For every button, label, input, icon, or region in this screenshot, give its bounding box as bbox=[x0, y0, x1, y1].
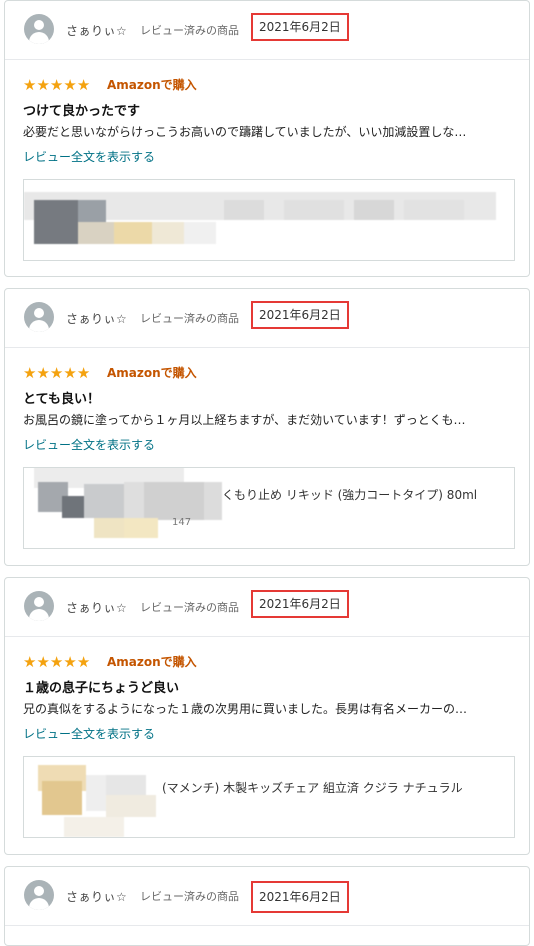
reviewer-name[interactable]: さぁりぃ☆ bbox=[66, 599, 127, 616]
reviewer-name[interactable]: さぁりぃ☆ bbox=[66, 888, 127, 905]
review-date: 2021年6月2日 bbox=[251, 881, 349, 913]
star-rating: ★★★★★ bbox=[23, 652, 103, 671]
verified-purchase-badge: Amazonで購入 bbox=[107, 655, 197, 669]
review-date: 2021年6月2日 bbox=[251, 13, 349, 41]
star-rating: ★★★★★ bbox=[23, 363, 103, 382]
read-full-review-link[interactable]: レビュー全文を表示する bbox=[23, 725, 155, 742]
reviewer-name[interactable]: さぁりぃ☆ bbox=[66, 22, 127, 39]
review-date: 2021年6月2日 bbox=[251, 301, 349, 329]
avatar[interactable] bbox=[24, 591, 54, 621]
avatar[interactable] bbox=[24, 14, 54, 44]
avatar[interactable] bbox=[24, 880, 54, 910]
review-card: さぁりぃ☆ レビュー済みの商品 2021年6月2日 ★★★★★ Amazonで購… bbox=[4, 577, 530, 855]
reviewed-product-label: レビュー済みの商品 bbox=[140, 312, 239, 325]
verified-purchase-badge: Amazonで購入 bbox=[107, 78, 197, 92]
review-header: さぁりぃ☆ レビュー済みの商品 2021年6月2日 bbox=[5, 578, 529, 637]
review-header: さぁりぃ☆ レビュー済みの商品 2021年6月2日 bbox=[5, 867, 529, 926]
review-text: 必要だと思いながらけっこうお高いので躊躇していましたが、いい加減設置しな… bbox=[23, 125, 467, 139]
product-name[interactable]: (マメンチ) 木製キッズチェア 組立済 クジラ ナチュラル bbox=[162, 779, 463, 796]
review-text: 兄の真似をするようになった１歳の次男用に買いました。長男は有名メーカーの… bbox=[23, 702, 468, 716]
review-title[interactable]: １歳の息子にちょうど良い bbox=[23, 677, 179, 696]
star-icon: ★ bbox=[63, 364, 77, 382]
star-icon: ★ bbox=[23, 76, 37, 94]
product-image-blurred bbox=[24, 757, 174, 837]
star-icon: ★ bbox=[49, 653, 64, 671]
star-icon: ★ bbox=[49, 76, 64, 94]
product-image-blurred bbox=[24, 468, 244, 548]
review-card: さぁりぃ☆ レビュー済みの商品 2021年6月2日 bbox=[4, 866, 530, 946]
star-icon: ★ bbox=[76, 653, 91, 671]
reviewed-product-label: レビュー済みの商品 bbox=[140, 890, 239, 903]
star-icon: ★ bbox=[63, 653, 77, 671]
product-card[interactable]: (マメンチ) 木製キッズチェア 組立済 クジラ ナチュラル bbox=[23, 756, 515, 838]
star-icon: ★ bbox=[63, 76, 77, 94]
star-icon: ★ bbox=[76, 364, 91, 382]
read-full-review-link[interactable]: レビュー全文を表示する bbox=[23, 436, 155, 453]
avatar[interactable] bbox=[24, 302, 54, 332]
reviewed-product-label: レビュー済みの商品 bbox=[140, 24, 239, 37]
product-card[interactable] bbox=[23, 179, 515, 261]
product-info: 147 bbox=[172, 517, 192, 528]
star-icon: ★ bbox=[23, 653, 37, 671]
review-date: 2021年6月2日 bbox=[251, 590, 349, 618]
star-icon: ★ bbox=[76, 76, 91, 94]
review-header: さぁりぃ☆ レビュー済みの商品 2021年6月2日 bbox=[5, 1, 529, 60]
review-header: さぁりぃ☆ レビュー済みの商品 2021年6月2日 bbox=[5, 289, 529, 348]
product-card[interactable]: くもり止め リキッド (強力コートタイプ) 80ml 147 bbox=[23, 467, 515, 549]
star-icon: ★ bbox=[36, 76, 50, 94]
reviewer-name[interactable]: さぁりぃ☆ bbox=[66, 310, 127, 327]
review-text: お風呂の鏡に塗ってから１ヶ月以上経ちますが、まだ効いています！ずっとくも… bbox=[23, 413, 466, 427]
reviewed-product-label: レビュー済みの商品 bbox=[140, 601, 239, 614]
star-rating: ★★★★★ bbox=[23, 75, 103, 94]
product-name[interactable]: くもり止め リキッド (強力コートタイプ) 80ml bbox=[222, 486, 477, 503]
review-title[interactable]: つけて良かったです bbox=[23, 100, 140, 119]
star-icon: ★ bbox=[36, 653, 50, 671]
star-icon: ★ bbox=[49, 364, 64, 382]
star-icon: ★ bbox=[23, 364, 37, 382]
verified-purchase-badge: Amazonで購入 bbox=[107, 366, 197, 380]
star-icon: ★ bbox=[36, 364, 50, 382]
review-card: さぁりぃ☆ レビュー済みの商品 2021年6月2日 ★★★★★ Amazonで購… bbox=[4, 288, 530, 566]
review-title[interactable]: とても良い！ bbox=[23, 388, 100, 407]
review-card: さぁりぃ☆ レビュー済みの商品 2021年6月2日 ★★★★★ Amazonで購… bbox=[4, 0, 530, 277]
product-image-blurred bbox=[24, 180, 514, 260]
read-full-review-link[interactable]: レビュー全文を表示する bbox=[23, 148, 155, 165]
